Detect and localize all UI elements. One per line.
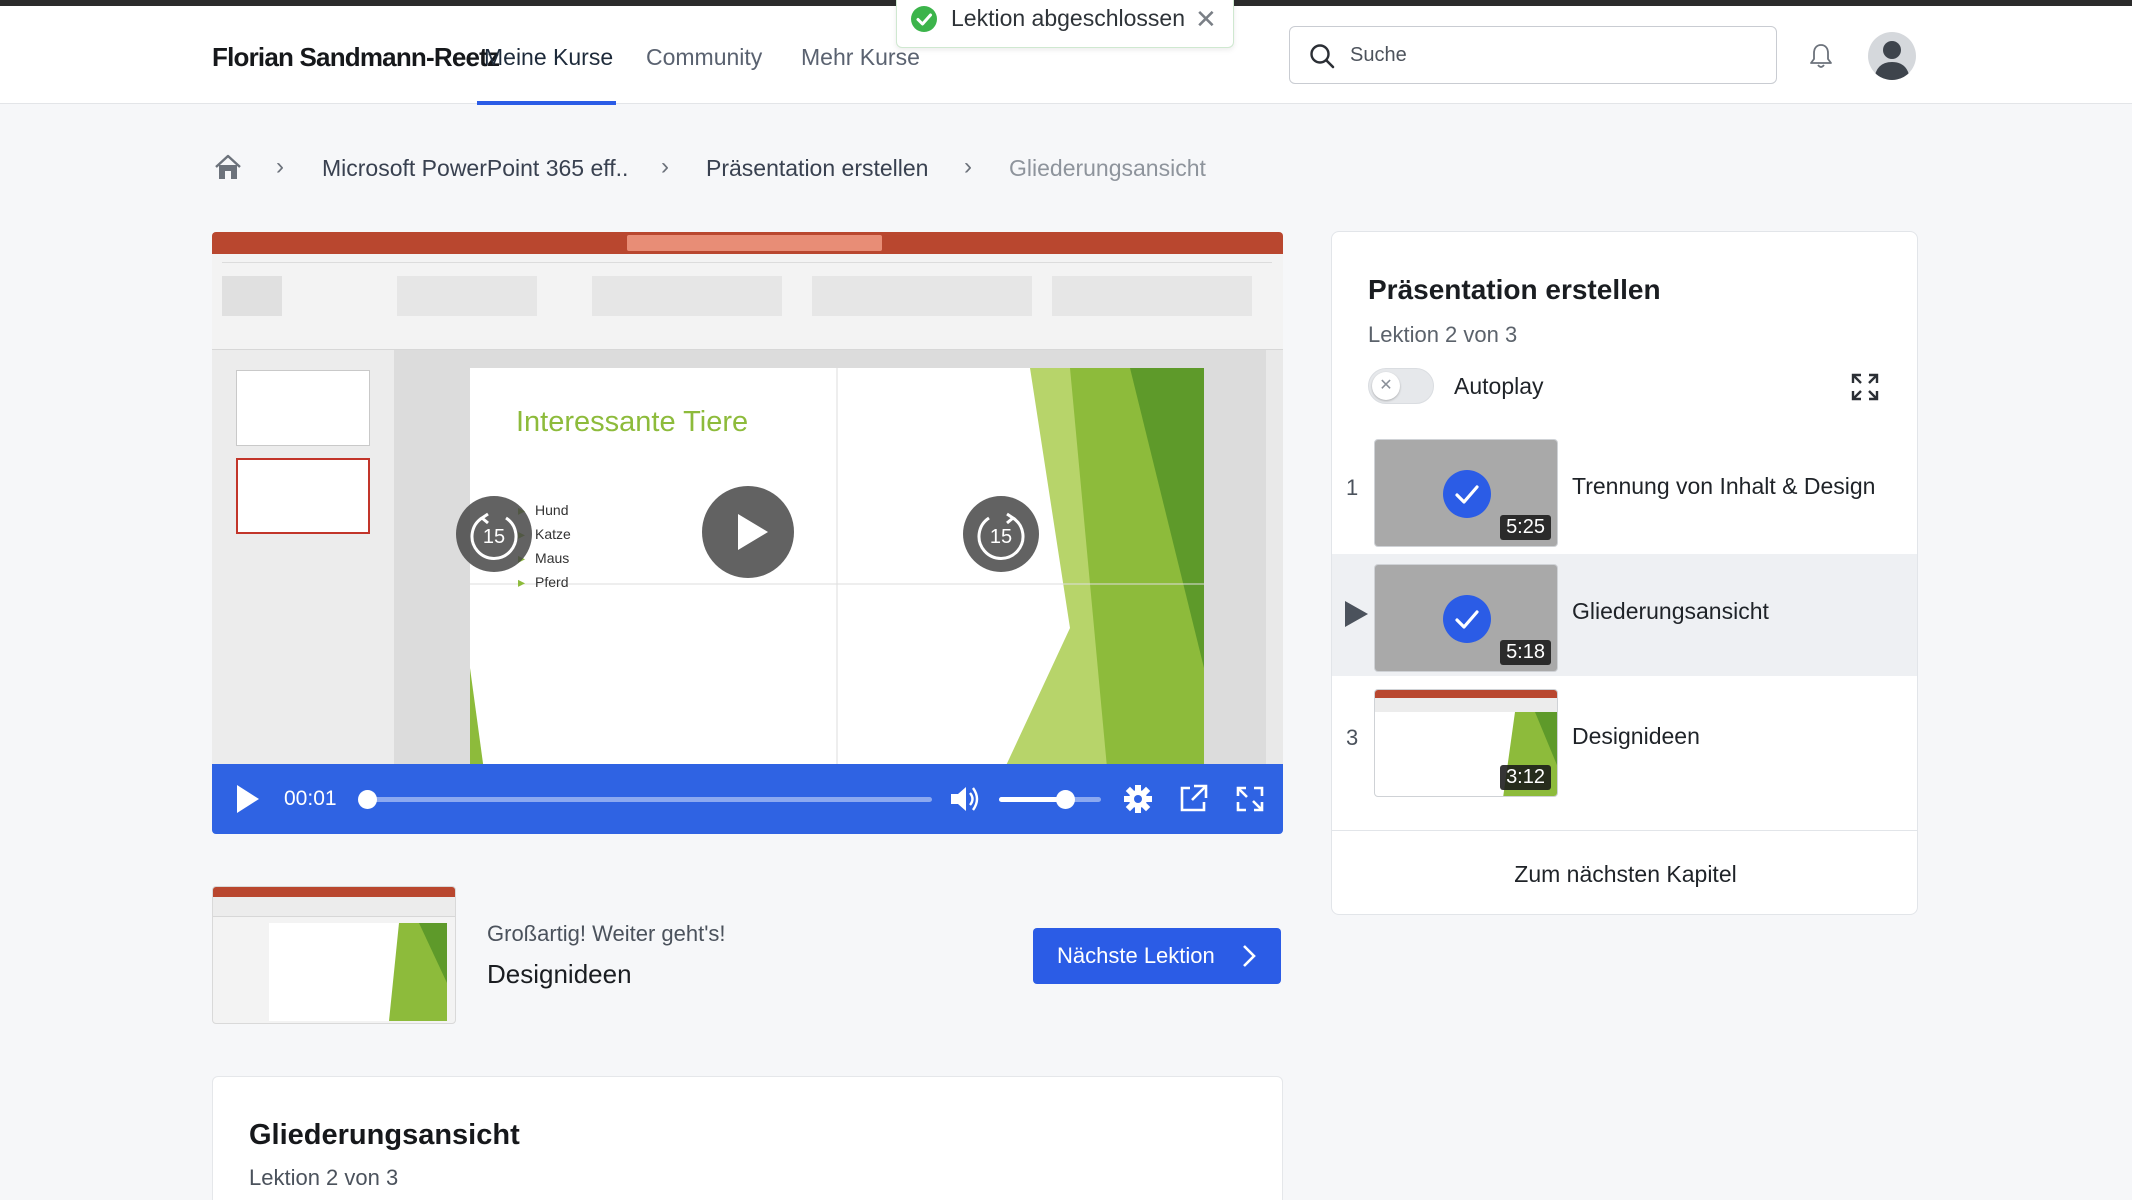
lesson-title: Designideen	[1572, 723, 1700, 749]
nav-meine-kurse[interactable]: Meine Kurse	[484, 44, 613, 71]
slide-title: Interessante Tiere	[516, 406, 749, 438]
fullscreen-icon[interactable]	[1234, 782, 1266, 816]
volume-slider[interactable]	[999, 790, 1101, 809]
bell-icon[interactable]	[1808, 42, 1834, 70]
chevron-right-icon	[1243, 945, 1256, 967]
lesson-info-card: Gliederungsansicht Lektion 2 von 3	[212, 1076, 1283, 1200]
next-lesson-thumbnail[interactable]	[212, 886, 456, 1024]
volume-icon[interactable]	[948, 782, 982, 816]
play-overlay-button[interactable]	[702, 486, 794, 578]
lesson-title: Gliederungsansicht	[1572, 598, 1769, 624]
lesson-item[interactable]: 3 3:12 Designideen	[1332, 679, 1917, 801]
next-lesson-kicker: Großartig! Weiter geht's!	[487, 921, 726, 946]
next-lesson-button[interactable]: Nächste Lektion	[1033, 928, 1281, 984]
close-icon[interactable]: ✕	[1195, 4, 1217, 35]
chapter-panel: Präsentation erstellen Lektion 2 von 3 ✕…	[1331, 231, 1918, 915]
lesson-subtitle: Lektion 2 von 3	[249, 1165, 399, 1190]
check-icon	[1443, 470, 1491, 518]
brand-logo[interactable]: Florian Sandmann-Reetz	[212, 42, 500, 73]
chapter-subtitle: Lektion 2 von 3	[1368, 322, 1518, 347]
lesson-duration: 5:25	[1500, 515, 1551, 540]
lesson-duration: 3:12	[1500, 765, 1551, 790]
video-content-ribbon	[212, 254, 1283, 350]
next-chapter-button[interactable]: Zum nächsten Kapitel	[1332, 831, 1917, 914]
nav-community[interactable]: Community	[646, 44, 762, 71]
next-lesson-button-label: Nächste Lektion	[1057, 943, 1215, 968]
home-icon[interactable]	[213, 153, 243, 181]
breadcrumb-chapter[interactable]: Präsentation erstellen	[706, 155, 928, 182]
volume-handle[interactable]	[1055, 790, 1075, 809]
progress-handle[interactable]	[358, 790, 378, 809]
lesson-number: 1	[1346, 475, 1359, 500]
lesson-thumbnail: 5:18	[1374, 564, 1558, 672]
lesson-title: Trennung von Inhalt & Design	[1572, 473, 1876, 499]
breadcrumb-course[interactable]: Microsoft PowerPoint 365 eff..	[322, 155, 628, 182]
video-content-titlebar	[212, 232, 1283, 254]
search-box[interactable]	[1289, 26, 1777, 84]
breadcrumb-separator: ›	[964, 153, 972, 180]
chapter-title: Präsentation erstellen	[1368, 274, 1661, 305]
skip-back-15-button[interactable]: 15	[456, 496, 532, 572]
breadcrumb-current: Gliederungsansicht	[1009, 155, 1206, 181]
check-icon	[1443, 595, 1491, 643]
search-input[interactable]	[1350, 39, 1750, 71]
lesson-thumbnail: 5:25	[1374, 439, 1558, 547]
expand-icon[interactable]	[1850, 372, 1880, 402]
success-toast: Lektion abgeschlossen ✕	[896, 0, 1234, 48]
search-icon	[1310, 44, 1335, 69]
lesson-item[interactable]: 1 5:25 Trennung von Inhalt & Design	[1332, 429, 1917, 551]
breadcrumb-separator: ›	[661, 153, 669, 180]
video-slide: Interessante Tiere Hund Katze Maus Pferd	[470, 368, 1204, 800]
next-lesson-title: Designideen	[487, 959, 632, 989]
autoplay-toggle[interactable]: ✕	[1368, 368, 1434, 404]
lesson-title: Gliederungsansicht	[249, 1119, 520, 1151]
video-controls: 00:01	[212, 764, 1283, 834]
check-circle-icon	[911, 6, 937, 32]
progress-bar[interactable]	[358, 790, 932, 809]
video-content-slide-panel	[212, 350, 394, 800]
active-nav-indicator	[477, 101, 616, 105]
breadcrumb-separator: ›	[276, 153, 284, 180]
autoplay-label: Autoplay	[1454, 373, 1544, 399]
play-icon[interactable]	[232, 782, 262, 816]
skip-forward-15-button[interactable]: 15	[963, 496, 1039, 572]
user-avatar[interactable]	[1868, 32, 1916, 80]
lesson-duration: 5:18	[1500, 640, 1551, 665]
lesson-number: 3	[1346, 725, 1359, 750]
now-playing-icon	[1345, 601, 1368, 627]
popout-icon[interactable]	[1177, 782, 1209, 816]
gear-icon[interactable]	[1122, 782, 1154, 816]
toggle-off-icon: ✕	[1372, 372, 1400, 400]
toast-message: Lektion abgeschlossen	[951, 5, 1185, 31]
nav-mehr-kurse[interactable]: Mehr Kurse	[801, 44, 920, 71]
skip-back-label: 15	[483, 526, 505, 548]
slide-bullet: Pferd	[518, 570, 571, 594]
skip-forward-label: 15	[990, 526, 1012, 548]
video-player[interactable]: Interessante Tiere Hund Katze Maus Pferd…	[212, 232, 1283, 834]
lesson-thumbnail: 3:12	[1374, 689, 1558, 797]
current-time: 00:01	[284, 787, 337, 810]
lesson-item-current[interactable]: 5:18 Gliederungsansicht	[1332, 554, 1917, 676]
panel-footer: Zum nächsten Kapitel	[1332, 830, 1917, 914]
